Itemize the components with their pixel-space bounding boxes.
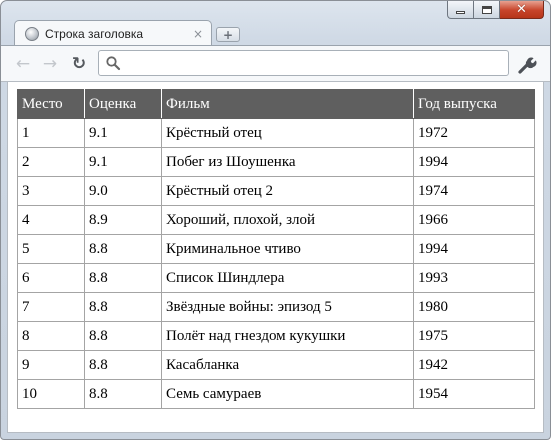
cell-place: 5: [17, 234, 85, 264]
wrench-icon[interactable]: [517, 55, 537, 75]
cell-rating: 8.8: [84, 292, 162, 322]
cell-place: 3: [17, 176, 85, 206]
maximize-icon: [481, 5, 492, 14]
cell-film: Список Шиндлера: [161, 263, 414, 293]
column-header-year: Год выпуска: [413, 89, 535, 119]
browser-window: ✕ Строка заголовка × + ← → ↻ Место Оценк…: [0, 0, 551, 440]
address-bar[interactable]: [98, 50, 509, 76]
column-header-rating: Оценка: [84, 89, 162, 119]
cell-place: 10: [17, 379, 85, 409]
cell-film: Крёстный отец: [161, 118, 414, 148]
cell-place: 4: [17, 205, 85, 235]
tab-close-icon[interactable]: ×: [191, 27, 205, 41]
window-controls: ✕: [447, 1, 544, 19]
cell-year: 1980: [413, 292, 535, 322]
cell-film: Криминальное чтиво: [161, 234, 414, 264]
cell-year: 1993: [413, 263, 535, 293]
cell-rating: 9.1: [84, 118, 162, 148]
cell-rating: 9.0: [84, 176, 162, 206]
cell-place: 1: [17, 118, 85, 148]
forward-arrow-icon: →: [42, 54, 58, 74]
table-row: 9 8.8 Касабланка 1942: [17, 350, 535, 380]
films-table: Место Оценка Фильм Год выпуска 1 9.1 Крё…: [17, 89, 535, 409]
forward-button[interactable]: →: [40, 54, 60, 74]
close-icon: ✕: [516, 2, 527, 17]
cell-year: 1954: [413, 379, 535, 409]
cell-year: 1966: [413, 205, 535, 235]
cell-year: 1974: [413, 176, 535, 206]
cell-film: Побег из Шоушенка: [161, 147, 414, 177]
table-row: 3 9.0 Крёстный отец 2 1974: [17, 176, 535, 206]
reload-icon: ↻: [71, 54, 87, 74]
cell-film: Крёстный отец 2: [161, 176, 414, 206]
cell-year: 1994: [413, 147, 535, 177]
table-row: 6 8.8 Список Шиндлера 1993: [17, 263, 535, 293]
browser-tab[interactable]: Строка заголовка ×: [14, 20, 212, 46]
cell-film: Звёздные войны: эпизод 5: [161, 292, 414, 322]
page-content: Место Оценка Фильм Год выпуска 1 9.1 Крё…: [7, 82, 544, 433]
cell-rating: 9.1: [84, 147, 162, 177]
toolbar: ← → ↻: [1, 45, 550, 82]
cell-rating: 8.8: [84, 234, 162, 264]
close-window-button[interactable]: ✕: [500, 1, 544, 19]
plus-icon: +: [222, 27, 234, 42]
new-tab-button[interactable]: +: [216, 27, 240, 42]
table-row: 5 8.8 Криминальное чтиво 1994: [17, 234, 535, 264]
cell-film: Хороший, плохой, злой: [161, 205, 414, 235]
cell-film: Полёт над гнездом кукушки: [161, 321, 414, 351]
globe-icon: [25, 26, 39, 41]
table-row: 2 9.1 Побег из Шоушенка 1994: [17, 147, 535, 177]
cell-rating: 8.8: [84, 350, 162, 380]
cell-place: 7: [17, 292, 85, 322]
cell-rating: 8.8: [84, 379, 162, 409]
tab-title: Строка заголовка: [45, 26, 144, 41]
cell-place: 2: [17, 147, 85, 177]
search-icon: [106, 56, 121, 71]
table-row: 7 8.8 Звёздные войны: эпизод 5 1980: [17, 292, 535, 322]
back-arrow-icon: ←: [15, 54, 31, 74]
back-button[interactable]: ←: [13, 54, 33, 74]
table-header-row: Место Оценка Фильм Год выпуска: [17, 89, 535, 119]
cell-place: 9: [17, 350, 85, 380]
minimize-button[interactable]: [447, 1, 474, 19]
cell-year: 1972: [413, 118, 535, 148]
table-row: 4 8.9 Хороший, плохой, злой 1966: [17, 205, 535, 235]
cell-film: Касабланка: [161, 350, 414, 380]
cell-rating: 8.8: [84, 263, 162, 293]
cell-place: 6: [17, 263, 85, 293]
cell-place: 8: [17, 321, 85, 351]
cell-year: 1975: [413, 321, 535, 351]
table-row: 10 8.8 Семь самураев 1954: [17, 379, 535, 409]
table-row: 1 9.1 Крёстный отец 1972: [17, 118, 535, 148]
cell-year: 1994: [413, 234, 535, 264]
table-row: 8 8.8 Полёт над гнездом кукушки 1975: [17, 321, 535, 351]
cell-rating: 8.8: [84, 321, 162, 351]
address-input[interactable]: [125, 53, 505, 75]
minimize-icon: [456, 11, 465, 14]
maximize-button[interactable]: [474, 1, 500, 19]
cell-film: Семь самураев: [161, 379, 414, 409]
reload-button[interactable]: ↻: [69, 54, 89, 74]
column-header-place: Место: [17, 89, 85, 119]
cell-year: 1942: [413, 350, 535, 380]
column-header-film: Фильм: [161, 89, 414, 119]
cell-rating: 8.9: [84, 205, 162, 235]
